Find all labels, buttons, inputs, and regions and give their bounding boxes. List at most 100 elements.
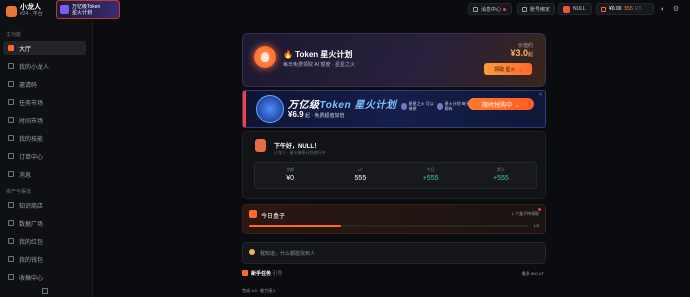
tasks-title-text: 新手任务: [251, 271, 272, 277]
box-title: 今日盒子: [261, 214, 286, 220]
nav-time-market[interactable]: 时间市场: [3, 113, 86, 127]
account-bind-button[interactable]: 账号绑定: [517, 3, 555, 15]
dragon-icon: [8, 63, 14, 69]
stat-balance: 余额 ¥0: [255, 163, 325, 188]
nav-my-dragon[interactable]: 我的小龙人: [3, 59, 86, 73]
greeting-title: 下午好，NULL！: [274, 144, 320, 150]
calendar-icon: [437, 102, 443, 110]
inbox-icon: [8, 274, 14, 280]
gift-icon: [60, 5, 69, 14]
nav-label: 我的红包: [19, 239, 44, 246]
stat-value: 555: [354, 175, 367, 182]
task-icon: [242, 270, 248, 276]
sidebar: 小龙人 #24 · 平台 万亿级Token 星火计划 主功能 大厅 我的小龙人 …: [0, 0, 120, 297]
nav-label: 任务市场: [19, 100, 44, 107]
balance-button[interactable]: ¥0.00 555 UT: [596, 3, 654, 15]
nav-label: 知识商店: [19, 203, 44, 210]
nav-invite-code[interactable]: 邀请码: [3, 77, 86, 91]
nav-label: 我的技能: [19, 136, 44, 143]
wallet-icon: [8, 256, 14, 262]
banner-subtitle: ¥6.9 起 · 免费超值加倍: [288, 110, 344, 119]
red-packet-icon: [8, 238, 14, 244]
token-plan-subtitle: 每日免费领取 AI 额度 · 星星之火: [283, 62, 355, 68]
token-price-value: ¥3.0: [510, 48, 528, 58]
task-icon: [8, 99, 14, 105]
banner-chip-1: 星星之火 可以燎原: [401, 99, 435, 113]
box-progress-fill: [249, 225, 342, 227]
topbar: 消息中心 账号绑定 NULL ¥0.00 555 UT ◐ ⚙: [92, 0, 690, 18]
limited-buy-button[interactable]: 限时抢购中 →: [468, 98, 534, 110]
nav-label: 消息: [19, 172, 32, 179]
stat-label: 今日: [426, 167, 435, 172]
stat-value: +555: [422, 175, 439, 182]
nav-label: 数据广场: [19, 221, 44, 228]
spark-icon: [401, 102, 407, 110]
lightbulb-icon: [249, 249, 255, 255]
stat-today: 今日 +555: [396, 163, 466, 188]
nav-messages[interactable]: 消息: [3, 167, 86, 181]
stats-panel: 余额 ¥0 UT 555 今日 +555 累计 +555: [254, 162, 537, 189]
nav-label: 订单中心: [19, 154, 44, 161]
stat-label: 余额: [286, 167, 295, 172]
nav-label: 时间市场: [19, 118, 44, 125]
nav-orders[interactable]: 订单中心: [3, 149, 86, 163]
stat-value: +555: [492, 175, 509, 182]
nav-label: 收稿中心: [19, 275, 44, 282]
box-count: 1/3: [533, 223, 539, 228]
balance-value: ¥0.00: [609, 6, 622, 12]
close-icon[interactable]: ×: [539, 92, 542, 98]
invite-icon: [8, 81, 14, 87]
banner-chip-1-text: 星星之火 可以燎原: [408, 101, 434, 111]
token-plan-card: 🔥 Token 星火计划 每日免费领取 AI 额度 · 星星之火 价值约 ¥3.…: [242, 33, 546, 87]
sidebar-collapse-icon[interactable]: [42, 288, 48, 294]
tasks-subtitle: 引导: [272, 271, 283, 277]
nav-label: 我的小龙人: [19, 64, 50, 71]
stat-value: ¥0: [286, 175, 295, 182]
stat-label: 累计: [496, 167, 505, 172]
beginner-tasks-header[interactable]: 新手任务 引导 最多 800 UT: [242, 269, 544, 279]
ask-box: [242, 242, 546, 264]
claim-spark-button[interactable]: 领取 星火 →: [484, 63, 532, 75]
order-icon: [8, 153, 14, 159]
user-name: NULL: [573, 6, 586, 12]
tasks-title: 新手任务 引导: [251, 270, 282, 277]
nav-submission-center[interactable]: 收稿中心: [3, 270, 86, 284]
token-price-unit: 起: [527, 52, 533, 58]
daily-box-card[interactable]: 今日盒子 1 个盒子待领取 1/3: [242, 204, 546, 234]
banner-stripe: [243, 91, 246, 127]
nav-red-packet[interactable]: 我的红包: [3, 234, 86, 248]
user-menu-button[interactable]: NULL: [558, 3, 592, 15]
nav-label: 邀请码: [19, 82, 38, 89]
box-meta: 1 个盒子待领取: [511, 211, 539, 216]
data-icon: [8, 220, 14, 226]
link-icon: [522, 6, 527, 12]
stat-tokens: UT 555: [325, 163, 395, 188]
nav-knowledge-store[interactable]: 知识商店: [3, 198, 86, 212]
ask-input[interactable]: [258, 246, 532, 261]
nav-wallet[interactable]: 我的钱包: [3, 252, 86, 266]
theme-toggle-icon[interactable]: ◐: [657, 3, 669, 15]
unread-dot: [503, 7, 507, 11]
nav-data-plaza[interactable]: 数据广场: [3, 216, 86, 230]
settings-icon[interactable]: ⚙: [670, 3, 682, 15]
nav-label: 大厅: [19, 46, 32, 53]
promo-banner[interactable]: 万亿级Token 星火计划 ¥6.9 起 · 免费超值加倍 星星之火 可以燎原 …: [242, 90, 546, 128]
nav-hall[interactable]: 大厅: [3, 41, 86, 55]
message-center-button[interactable]: 消息中心: [468, 3, 512, 15]
message-icon: [8, 171, 14, 177]
dragon-avatar: [255, 139, 266, 152]
banner-price-tail: 起 · 免费超值加倍: [304, 113, 345, 119]
nav-task-market[interactable]: 任务市场: [3, 95, 86, 109]
section-main-label: 主功能: [6, 32, 22, 38]
coin-icon: [256, 95, 284, 123]
user-avatar: [563, 5, 570, 13]
section-assets-label: 资产与渠道: [6, 189, 32, 195]
wallet-icon: [601, 6, 606, 12]
nav-my-skills[interactable]: 我的技能: [3, 131, 86, 145]
banner-title: 万亿级Token 星火计划: [288, 96, 396, 111]
banner-price: ¥6.9: [288, 110, 304, 119]
box-progress-track: [249, 225, 529, 227]
stat-total: 累计 +555: [466, 163, 536, 188]
token-plan-title: 🔥 Token 星火计划: [283, 50, 353, 59]
greeting-subtitle: 小龙人 · 星火燎原计划进行中: [274, 150, 326, 155]
